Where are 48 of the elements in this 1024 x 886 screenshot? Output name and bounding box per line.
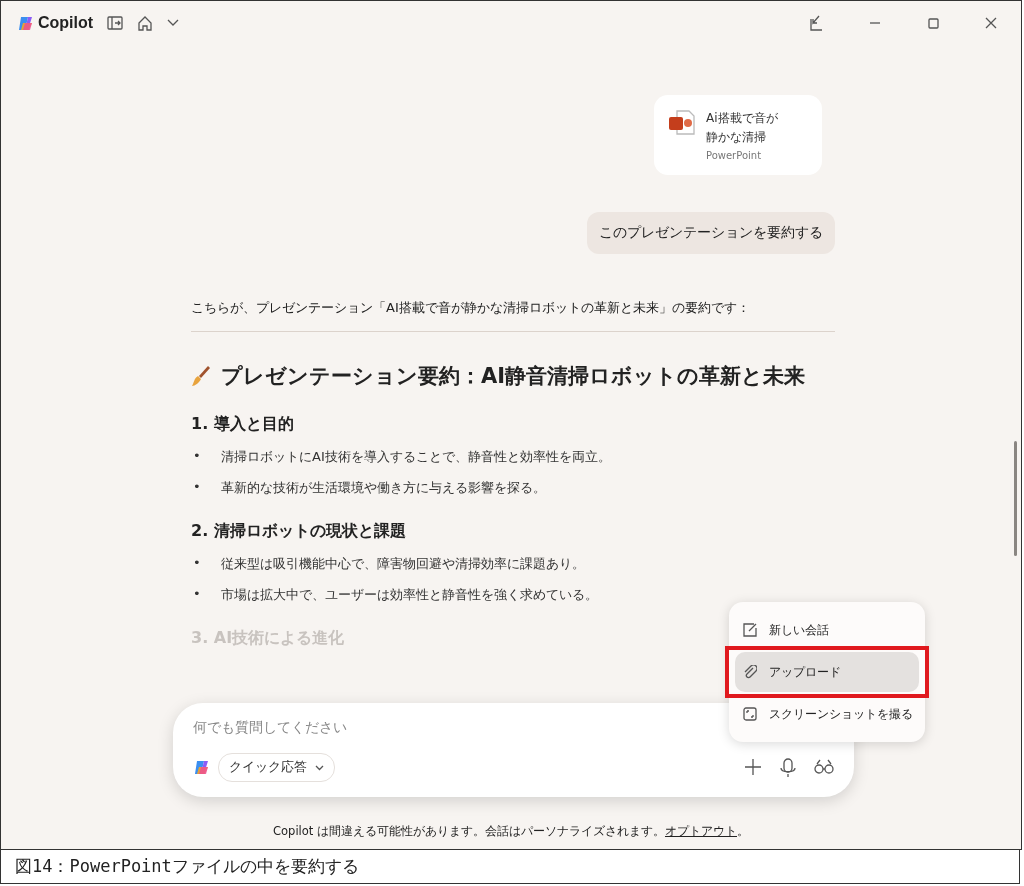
file-name: 静かな清掃 [706,129,767,146]
bullet-text: 従来型は吸引機能中心で、障害物回避や清掃効率に課題あり。 [221,555,585,573]
brush-icon [191,365,211,387]
attachment-card[interactable]: Ai搭載で音が 静かな清掃 PowerPoint [654,95,822,175]
sidebar-toggle-button[interactable] [107,16,124,30]
section-heading: 1. 導入と目的 [191,414,294,435]
bullet-mark: • [193,586,201,603]
minimize-icon [869,22,881,24]
file-type: PowerPoint [706,150,763,161]
new-chat-icon [743,623,757,637]
menu-item[interactable]: 新しい会話 [735,610,919,650]
screenshot-icon [743,707,757,721]
home-button[interactable] [137,15,154,31]
bullet-text: 市場は拡大中で、ユーザーは効率性と静音性を強く求めている。 [221,586,598,604]
response-mode-dropdown[interactable]: クイック応答 [218,753,335,782]
glasses-icon [814,757,834,774]
maximize-icon [927,17,939,29]
bullet-text: 革新的な技術が生活環境や働き方に与える影響を探る。 [221,479,546,497]
plus-icon [744,757,762,776]
home-icon [137,15,154,31]
panel-icon [107,16,124,30]
dropdown-button[interactable] [167,19,180,27]
scrollbar-thumb[interactable] [1014,441,1017,556]
disclaimer-end: 。 [737,824,749,838]
response-heading: プレゼンテーション要約：AI静音清掃ロボットの革新と未来 [221,363,806,390]
bullet-mark: • [193,479,201,496]
response-text: こちらが、プレゼンテーション「AI搭載で音が静かな清掃ロボットの革新と未来」の要約です： [191,299,751,317]
file-name: Ai搭載で音が [706,110,778,127]
voice-button[interactable] [780,757,796,778]
opt-out-link[interactable]: オプトアウト [665,824,737,838]
bullet-mark: • [193,448,201,465]
chevron-down-icon [315,764,324,771]
powerpoint-file-icon [668,109,696,137]
copilot-logo-icon [193,758,210,777]
disclaimer-text: Copilot は間違える可能性があります。会話はパーソナライズされます。 [273,824,665,838]
user-message: このプレゼンテーションを要約する [587,212,835,254]
section-heading: 2. 清掃ロボットの現状と課題 [191,521,406,542]
bullet-mark: • [193,555,201,572]
arrow-icon [810,15,824,31]
bullet-text: 清掃ロボットにAI技術を導入することで、静音性と効率性を両立。 [221,448,611,466]
menu-item[interactable]: アップロード [735,652,919,692]
app-title: Copilot [38,14,94,32]
paperclip-icon [743,665,757,679]
close-icon [985,17,997,29]
chevron-down-icon [167,19,180,27]
add-button[interactable] [744,757,762,778]
microphone-icon [780,757,796,778]
figure-caption: 図14：PowerPointファイルの中を要約する [0,850,1020,884]
